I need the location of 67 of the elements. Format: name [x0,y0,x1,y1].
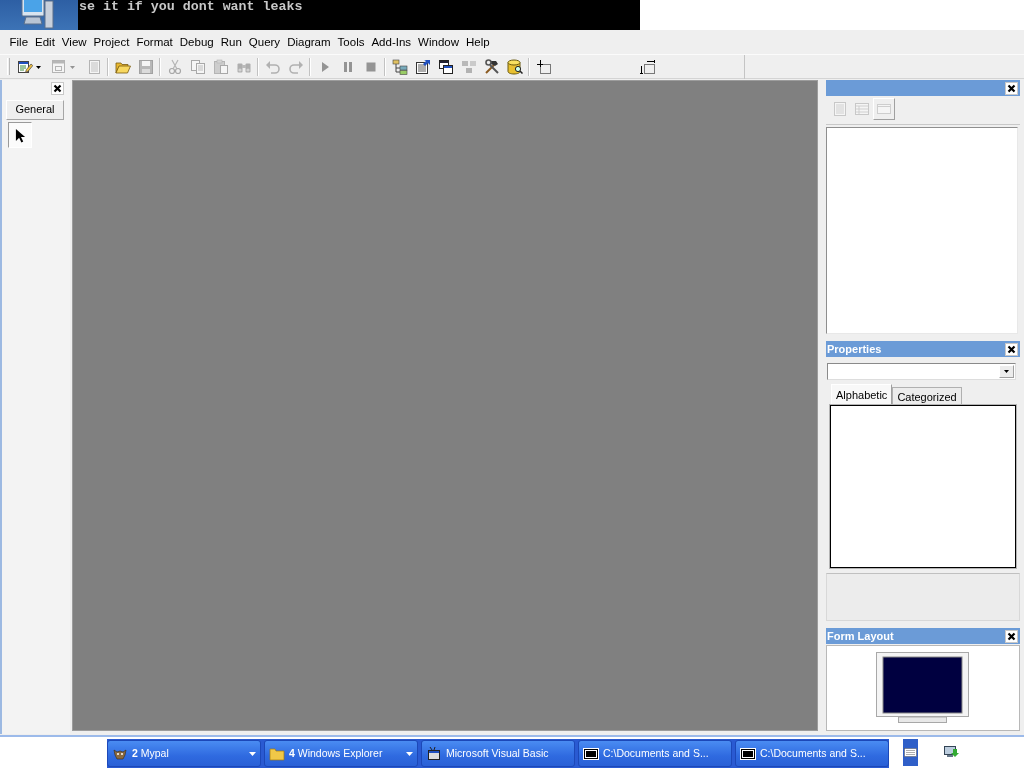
close-button[interactable] [51,82,64,95]
dotted-size-icon [640,59,656,75]
panel-title: Properties [827,342,882,357]
caret-icon [406,751,413,756]
menu-item[interactable]: Window [414,33,463,51]
close-icon [1007,631,1016,641]
menu-item[interactable]: Format [132,33,177,51]
panel-title: Form Layout [827,629,894,644]
menu-item[interactable]: File [6,33,32,51]
paste-icon [212,59,229,75]
menu-item[interactable]: Project [90,33,133,51]
properties-tab[interactable]: Alphabetic [831,384,893,405]
menu-item[interactable]: Query [245,33,284,51]
menu-item[interactable]: Add-Ins [367,33,415,51]
caret-icon [70,65,75,69]
close-icon [53,84,62,93]
redo-icon [287,59,304,75]
copy-icon [189,59,206,75]
form-pencil-icon [17,59,33,75]
tool-button[interactable] [8,122,32,148]
tools-icon [483,59,500,75]
computer-icon [20,0,54,30]
form-icon [51,59,67,75]
object-combo[interactable] [827,363,1016,380]
menu-item[interactable]: Debug [176,33,218,51]
menu-item[interactable]: Help [462,33,494,51]
menu-item[interactable]: Tools [334,33,368,51]
menu-item[interactable]: Diagram [283,33,335,51]
open-folder-icon [114,59,131,75]
dotted-frame-icon [536,59,552,75]
close-icon [1007,83,1016,93]
toolbox-tab[interactable]: General [6,100,64,120]
caret-icon [249,751,256,756]
window-icon [426,745,442,762]
save-icon [137,59,154,75]
properties-tab[interactable]: Categorized [892,387,962,405]
document-lines-icon [832,101,848,117]
menu-item[interactable]: View [58,33,91,51]
folder-icon [269,745,285,762]
close-icon [1007,344,1016,354]
undo-icon [264,59,281,75]
taskbar-button[interactable]: 2 Mypal [107,740,261,767]
computer-arrow-icon[interactable] [943,744,959,760]
windows-icon [437,59,454,75]
close-button[interactable] [1005,81,1018,95]
caret-icon [36,65,41,69]
database-search-icon [506,59,523,75]
pointer-icon [14,127,26,143]
menu-item[interactable]: Run [217,33,246,51]
archive-icon [583,745,599,762]
form-grid-icon [854,101,870,117]
blocks-icon [460,59,477,75]
archive-icon [740,745,756,762]
window-frame-icon [876,101,892,117]
taskbar-button[interactable]: Microsoft Visual Basic [421,740,575,767]
taskbar-button[interactable]: 4 Windows Explorer [264,740,418,767]
hierarchy-icon [391,59,408,75]
form-list-icon [414,59,431,75]
taskbar-button[interactable]: C:\Documents and S... [735,740,889,767]
keyboard-icon[interactable] [903,739,918,766]
menu-item[interactable]: Edit [31,33,59,51]
console-text: se it if you dont want leaks [78,0,304,13]
close-button[interactable] [1005,629,1018,643]
caret-icon [1004,370,1009,373]
close-button[interactable] [1005,342,1018,356]
cut-icon [166,59,183,75]
taskbar-button[interactable]: C:\Documents and S... [578,740,732,767]
